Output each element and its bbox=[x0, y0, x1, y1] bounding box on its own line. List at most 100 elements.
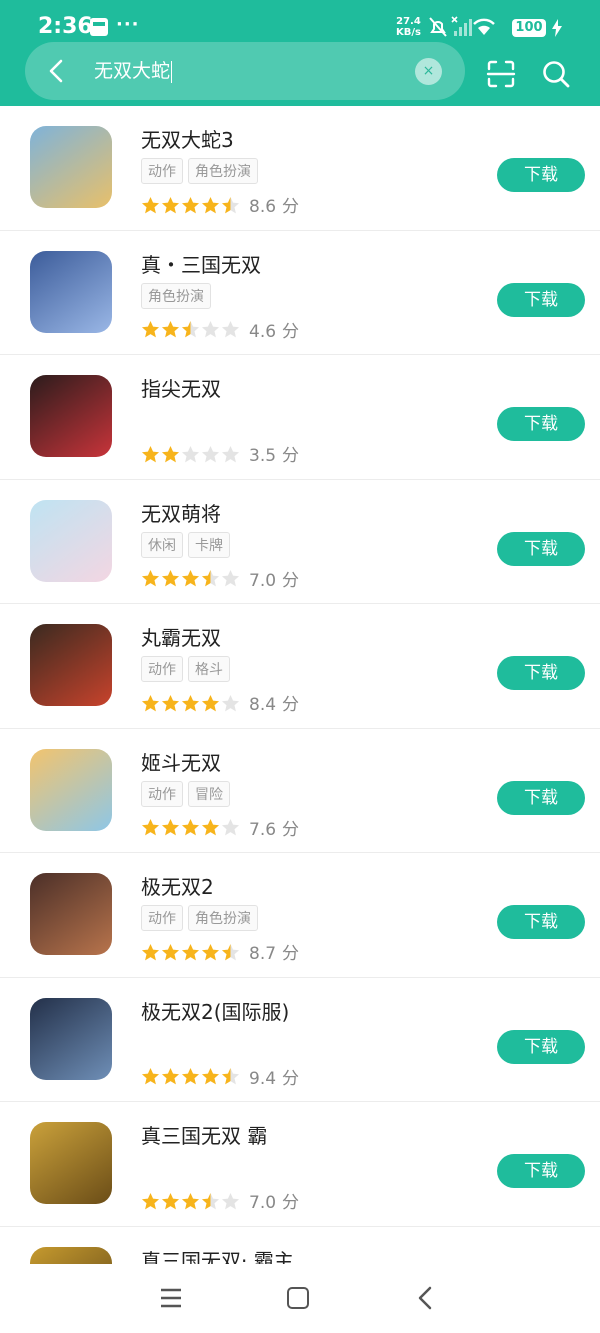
app-icon[interactable] bbox=[30, 126, 112, 208]
star-icon bbox=[161, 694, 180, 711]
app-icon[interactable] bbox=[30, 375, 112, 457]
rating-score-value: 8.6 bbox=[249, 197, 277, 217]
app-list-item[interactable]: 指尖无双 3.5 分 下载 bbox=[0, 355, 600, 480]
star-icon bbox=[181, 694, 200, 711]
star-icon bbox=[201, 818, 220, 836]
rating-stars bbox=[141, 319, 241, 339]
app-name[interactable]: 指尖无双 bbox=[141, 373, 221, 402]
star-icon bbox=[141, 320, 160, 338]
rating-score-unit: 分 bbox=[282, 570, 300, 591]
rating-score: 7.6 分 bbox=[249, 815, 299, 840]
search-results-list[interactable]: 无双大蛇3 动作 角色扮演 8.6 分下载 真・三国无双 角色扮演 4.6 分下载 指尖无双 3.5… bbox=[0, 106, 600, 1264]
home-icon[interactable] bbox=[287, 1287, 309, 1309]
rating-score-value: 7.0 bbox=[249, 1193, 277, 1213]
download-button[interactable]: 下载 bbox=[497, 1154, 585, 1188]
menu-icon[interactable] bbox=[160, 1287, 182, 1309]
rating-score-unit: 分 bbox=[282, 197, 300, 217]
rating-score-value: 9.4 bbox=[249, 1068, 277, 1089]
rating-score-unit: 分 bbox=[282, 1068, 300, 1089]
star-icon bbox=[201, 1192, 220, 1209]
app-tag: 动作 bbox=[141, 780, 183, 807]
app-tags: 角色扮演 bbox=[141, 282, 216, 309]
app-icon[interactable] bbox=[30, 873, 112, 955]
star-icon bbox=[161, 569, 180, 587]
app-name[interactable]: 极无双2 bbox=[141, 871, 214, 900]
app-icon[interactable] bbox=[30, 499, 112, 582]
app-icon[interactable] bbox=[30, 1122, 112, 1204]
rating-score: 8.4 分 bbox=[249, 690, 299, 715]
rating-stars bbox=[141, 444, 241, 464]
star-icon bbox=[141, 694, 160, 711]
rating-score-value: 8.4 bbox=[249, 695, 277, 715]
app-name[interactable]: 无双大蛇3 bbox=[141, 124, 234, 153]
app-name[interactable]: 真三国无双 霸 bbox=[141, 1120, 267, 1149]
app-name[interactable]: 丸霸无双 bbox=[141, 622, 221, 651]
app-list-item[interactable]: 姬斗无双动作 冒险 7.6 分 下载 bbox=[0, 729, 600, 853]
app-rating: 8.7 分 bbox=[141, 939, 299, 964]
rating-stars bbox=[141, 817, 241, 837]
download-button[interactable]: 下载 bbox=[497, 531, 585, 566]
app-tags: 动作 冒险 bbox=[141, 780, 235, 807]
app-name[interactable]: 姬斗无双 bbox=[141, 747, 221, 776]
star-icon bbox=[221, 943, 240, 960]
rating-score-unit: 分 bbox=[282, 695, 300, 715]
app-list-item[interactable]: 极无双2(国际服) 9.4 分 下载 bbox=[0, 978, 600, 1102]
app-icon[interactable] bbox=[30, 624, 112, 706]
download-button[interactable]: 下载 bbox=[497, 1029, 585, 1064]
clear-search-button[interactable]: × bbox=[415, 58, 442, 85]
search-input[interactable]: 无双大蛇 bbox=[94, 58, 173, 84]
more-notifications-icon: ··· bbox=[116, 14, 140, 35]
rating-stars bbox=[141, 942, 241, 962]
app-name[interactable]: 真・三国无双 bbox=[141, 249, 261, 278]
app-tag: 动作 bbox=[141, 905, 183, 931]
app-name[interactable]: 真三国无双· 霸主 bbox=[141, 1245, 294, 1265]
app-tag: 格斗 bbox=[188, 656, 230, 682]
back-icon[interactable] bbox=[414, 1286, 436, 1310]
star-icon bbox=[141, 818, 160, 836]
app-icon[interactable] bbox=[30, 250, 112, 333]
rating-score: 8.6 分 bbox=[249, 192, 299, 217]
star-icon bbox=[201, 320, 220, 338]
app-list-item[interactable]: 真三国无双· 霸主 bbox=[0, 1227, 600, 1265]
app-list-item[interactable]: 极无双2 动作 角色扮演 8.7 分 下载 bbox=[0, 853, 600, 978]
rating-score-unit: 分 bbox=[282, 819, 300, 840]
app-rating: 8.6 分 bbox=[141, 192, 299, 217]
app-list-item[interactable]: 无双大蛇3 动作 角色扮演 8.6 分 下载 bbox=[0, 106, 600, 231]
app-list-item[interactable]: 真・三国无双 角色扮演 4.6 分 下载 bbox=[0, 231, 600, 355]
app-list-item[interactable]: 丸霸无双 动作 格斗 8.4 分 下载 bbox=[0, 604, 600, 729]
download-button[interactable]: 下载 bbox=[497, 407, 585, 441]
star-icon bbox=[161, 818, 180, 836]
star-icon bbox=[181, 445, 200, 462]
star-icon bbox=[201, 569, 220, 587]
rating-score-unit: 分 bbox=[282, 446, 300, 466]
download-button[interactable]: 下载 bbox=[497, 282, 585, 317]
rating-stars bbox=[141, 1191, 241, 1211]
scan-icon[interactable] bbox=[486, 59, 516, 89]
system-nav-bar bbox=[0, 1264, 600, 1333]
download-button[interactable]: 下载 bbox=[497, 656, 585, 690]
star-icon bbox=[181, 1067, 200, 1085]
download-button[interactable]: 下载 bbox=[497, 780, 585, 815]
rating-score-unit: 分 bbox=[282, 1193, 300, 1213]
app-name[interactable]: 无双萌将 bbox=[141, 498, 221, 527]
app-name[interactable]: 极无双2(国际服) bbox=[141, 996, 289, 1025]
download-button[interactable]: 下载 bbox=[497, 158, 585, 192]
star-icon bbox=[181, 196, 200, 213]
search-icon[interactable] bbox=[541, 59, 571, 89]
search-bar[interactable] bbox=[25, 42, 465, 100]
app-icon[interactable] bbox=[30, 1246, 112, 1264]
app-icon[interactable] bbox=[30, 997, 112, 1080]
back-icon[interactable] bbox=[42, 56, 72, 86]
star-icon bbox=[221, 1192, 240, 1209]
app-icon[interactable] bbox=[30, 748, 112, 831]
star-icon bbox=[201, 943, 220, 960]
star-icon bbox=[181, 320, 200, 338]
app-list-item[interactable]: 真三国无双 霸 7.0 分 下载 bbox=[0, 1102, 600, 1227]
rating-score: 7.0 分 bbox=[249, 1188, 299, 1213]
app-list-item[interactable]: 无双萌将 休闲 卡牌 7.0 分 下载 bbox=[0, 480, 600, 604]
download-button[interactable]: 下载 bbox=[497, 905, 585, 939]
star-icon bbox=[181, 569, 200, 587]
star-icon bbox=[181, 943, 200, 960]
star-icon bbox=[141, 569, 160, 587]
app-tags: 动作 角色扮演 bbox=[141, 905, 263, 931]
